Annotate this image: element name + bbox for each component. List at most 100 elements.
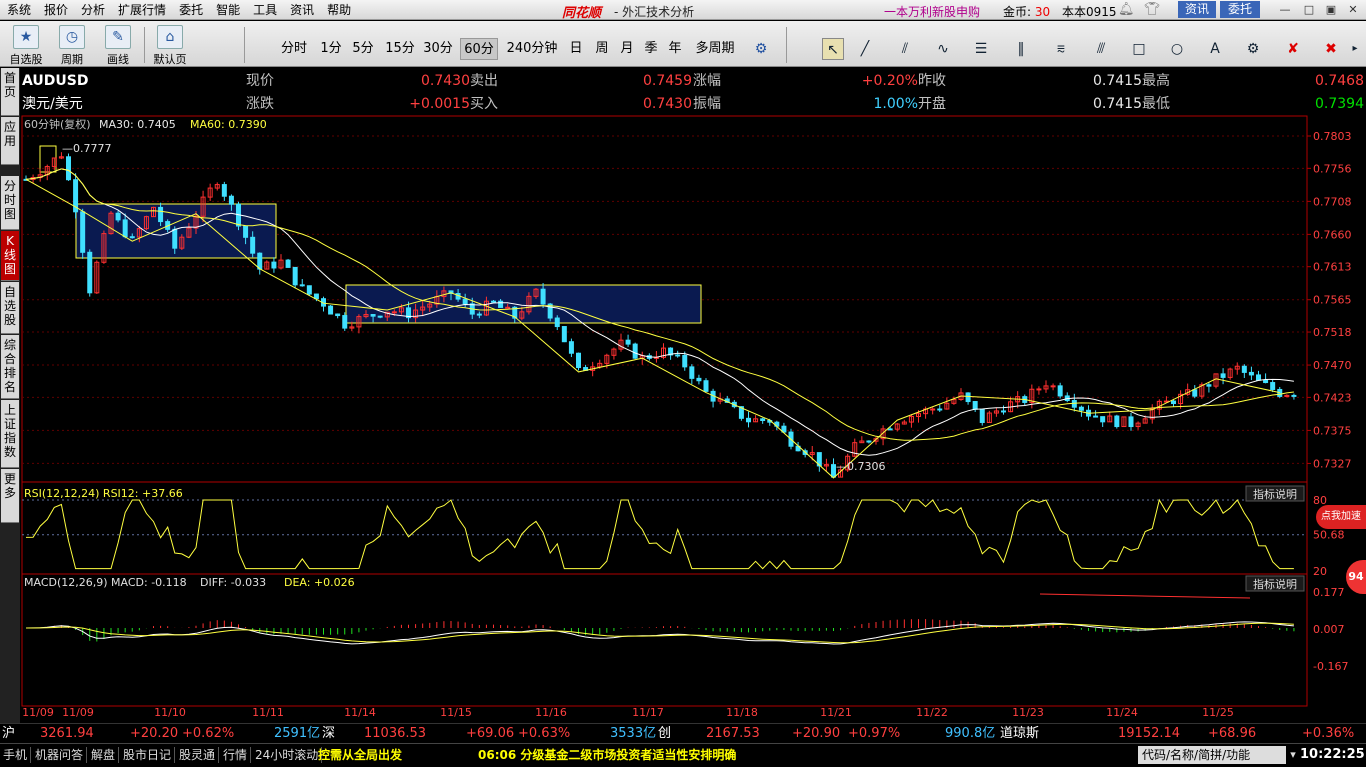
low-annotation: —0.7306 xyxy=(836,460,886,473)
tab-mobile[interactable]: 手机 xyxy=(0,747,32,763)
period-fenshi[interactable]: 分时 xyxy=(278,38,310,60)
candle-body xyxy=(746,417,751,423)
menu-help[interactable]: 帮助 xyxy=(320,0,357,20)
period-5min[interactable]: 5分 xyxy=(350,38,376,60)
period-year[interactable]: 年 xyxy=(665,38,685,60)
status-sh-label: 沪 xyxy=(2,726,16,741)
period-1min[interactable]: 1分 xyxy=(318,38,344,60)
candle-body xyxy=(1291,394,1297,397)
search-input[interactable]: 代码/名称/简拼/功能 xyxy=(1138,746,1286,764)
wave-tool-icon[interactable]: ∿ xyxy=(930,38,956,60)
watchlist-button[interactable]: ★ 自选股 xyxy=(6,23,46,66)
tab-diary[interactable]: 股市日记 xyxy=(120,747,176,763)
bars-tool-icon[interactable]: ‖ xyxy=(1008,38,1034,60)
menu-tools[interactable]: 工具 xyxy=(246,0,283,20)
menu-analysis[interactable]: 分析 xyxy=(74,0,111,20)
menu-system[interactable]: 系统 xyxy=(0,0,37,20)
trade-button[interactable]: 委托 xyxy=(1220,1,1260,18)
news-ticker-2[interactable]: 06:06 分级基金二级市场投资者适当性安排明确 xyxy=(478,747,736,763)
x-tick-label: 11/11 xyxy=(252,706,284,719)
news-button[interactable]: 资讯 xyxy=(1178,1,1216,18)
status-cy-pct: +0.97% xyxy=(848,726,901,741)
candle-body xyxy=(675,354,681,357)
gann-tool-icon[interactable]: ⩳ xyxy=(1048,38,1074,60)
clock-icon: ◷ xyxy=(59,25,85,49)
macd-label: MACD(12,26,9) MACD: -0.118 xyxy=(24,576,187,589)
tab-analysis[interactable]: 解盘 xyxy=(88,747,120,763)
maximize-icon[interactable]: ▣ xyxy=(1322,2,1340,18)
menu-news[interactable]: 资讯 xyxy=(283,0,320,20)
parallel-line-icon[interactable]: ⫽ xyxy=(892,38,918,60)
menu-trade[interactable]: 委托 xyxy=(172,0,209,20)
candle-body xyxy=(965,392,971,403)
candle-body xyxy=(887,428,893,431)
tab-robot-qa[interactable]: 机器问答 xyxy=(32,747,88,763)
macd-frame xyxy=(21,573,1308,707)
y-tick-label: 0.7375 xyxy=(1313,424,1352,437)
period-month[interactable]: 月 xyxy=(617,38,637,60)
settings-icon[interactable]: ⚙ xyxy=(750,38,772,60)
line-tool-icon[interactable]: ╱ xyxy=(852,38,878,60)
close-icon[interactable]: ✕ xyxy=(1344,2,1362,18)
draw-settings-icon[interactable]: ⚙ xyxy=(1240,38,1266,60)
bell-icon[interactable]: 🔔︎ xyxy=(1118,2,1135,17)
minimize-icon[interactable]: — xyxy=(1276,2,1294,18)
rect-tool-icon[interactable]: □ xyxy=(1126,38,1152,60)
value-ask: 0.7459 xyxy=(643,73,692,89)
y-tick-label: 0.7470 xyxy=(1313,359,1352,372)
restore-icon[interactable]: □ xyxy=(1300,2,1318,18)
sidebar-item-home[interactable]: 首页 xyxy=(1,68,19,116)
y-tick-label: 0.7518 xyxy=(1313,326,1352,339)
ellipse-tool-icon[interactable]: ○ xyxy=(1164,38,1190,60)
candle-body xyxy=(1220,373,1226,378)
period-week[interactable]: 周 xyxy=(592,38,612,60)
candle-body xyxy=(1263,379,1269,384)
candle-body xyxy=(172,228,178,249)
candle-body xyxy=(285,259,291,268)
tab-24h[interactable]: 24小时滚动 xyxy=(252,747,323,763)
draw-line-button[interactable]: ✎ 画线 xyxy=(98,23,138,66)
candle-body xyxy=(292,266,298,286)
status-cy-value: 2167.53 xyxy=(706,726,760,741)
candle-body xyxy=(271,261,277,269)
menu-smart[interactable]: 智能 xyxy=(209,0,246,20)
cursor-icon[interactable]: ↖ xyxy=(822,38,844,60)
period-button[interactable]: ◷ 周期 xyxy=(52,23,92,66)
tab-lingtong[interactable]: 股灵通 xyxy=(176,747,220,763)
speedup-badge[interactable]: 点我加速 xyxy=(1316,505,1366,529)
chevron-right-icon[interactable]: ▸ xyxy=(1348,38,1362,60)
search-dropdown-icon[interactable]: ▾ xyxy=(1288,746,1298,764)
tab-market[interactable]: 行情 xyxy=(220,747,252,763)
news-ticker-1[interactable]: 控需从全局出发 xyxy=(318,747,402,763)
channel-tool-icon[interactable]: ⫻ xyxy=(1088,38,1114,60)
default-page-button[interactable]: ⌂ 默认页 xyxy=(150,23,190,66)
kline-chart[interactable]: 0.7803 0.7756 0.7708 0.7660 0.7613 0.7565 0.75… xyxy=(0,115,1366,725)
fib-tool-icon[interactable]: ☰ xyxy=(968,38,994,60)
y-tick-label: 0.7565 xyxy=(1313,294,1352,307)
symbol-name: 澳元/美元 xyxy=(22,96,83,112)
period-60min[interactable]: 60分 xyxy=(460,38,498,60)
rsi-label: RSI(12,12,24) RSI12: +37.66 xyxy=(24,487,183,500)
rsi-tick-label: 50.68 xyxy=(1313,529,1345,542)
x-tick-label: 11/15 xyxy=(440,706,472,719)
status-sz-change: +69.06 xyxy=(466,726,515,741)
candle-body xyxy=(115,212,121,221)
coins-label: 金币: 30 xyxy=(1003,5,1051,19)
menu-quote[interactable]: 报价 xyxy=(37,0,74,20)
skin-icon[interactable]: 👕︎ xyxy=(1144,2,1161,17)
period-240min[interactable]: 240分钟 xyxy=(504,38,560,60)
period-day[interactable]: 日 xyxy=(566,38,586,60)
period-quarter[interactable]: 季 xyxy=(641,38,661,60)
clear-all-icon[interactable]: ✖ xyxy=(1318,38,1344,60)
promo-link[interactable]: 一本万利新股申购 xyxy=(884,3,980,20)
menu-bar: 系统 报价 分析 扩展行情 委托 智能 工具 资讯 帮助 同花顺 - 外汇技术分… xyxy=(0,0,1366,21)
text-tool-icon[interactable]: A xyxy=(1202,38,1228,60)
period-15min[interactable]: 15分 xyxy=(384,38,416,60)
period-multi[interactable]: 多周期 xyxy=(692,38,738,60)
menu-extended[interactable]: 扩展行情 xyxy=(111,0,172,20)
x-tick-label: 11/14 xyxy=(344,706,376,719)
candle-body xyxy=(979,408,985,423)
delete-tool-icon[interactable]: ✘ xyxy=(1280,38,1306,60)
period-30min[interactable]: 30分 xyxy=(422,38,454,60)
value-change: +0.0015 xyxy=(409,96,470,112)
